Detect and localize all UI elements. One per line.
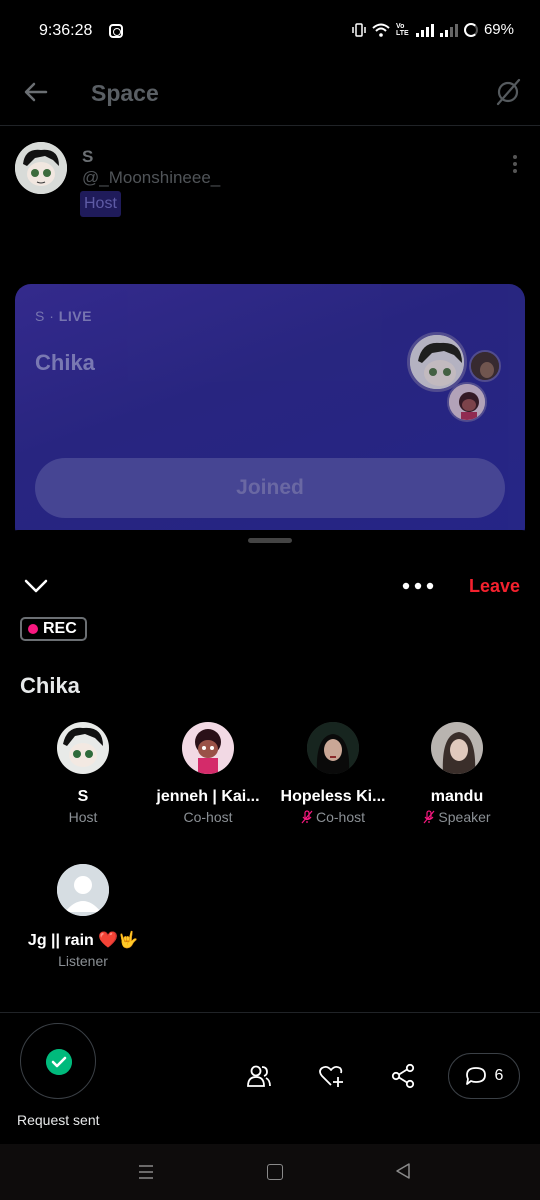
participant-name: mandu	[430, 788, 484, 805]
host-avatar[interactable]	[15, 142, 67, 194]
comments-button[interactable]: 6	[448, 1053, 520, 1099]
vibrate-icon	[352, 22, 366, 37]
participant-avatar	[57, 722, 109, 774]
comment-icon	[465, 1067, 486, 1085]
live-label: LIVE	[58, 308, 92, 324]
host-badge: Host	[80, 191, 121, 217]
participant-item[interactable]: S Host	[18, 722, 148, 825]
rec-dot-icon	[28, 624, 38, 634]
participant-item[interactable]: Hopeless Ki... Co-host	[268, 722, 398, 825]
participant-avatar	[307, 722, 359, 774]
participant-role: Host	[18, 809, 148, 825]
card-avatar-2	[469, 350, 501, 382]
system-nav-bar	[0, 1144, 540, 1200]
role-label: Host	[68, 809, 98, 825]
leave-button[interactable]: Leave	[469, 576, 520, 597]
sheet-drag-handle[interactable]	[248, 538, 292, 543]
participant-item[interactable]: mandu Speaker	[392, 722, 522, 825]
wifi-icon	[372, 23, 390, 37]
mic-off-icon	[301, 810, 313, 824]
people-icon[interactable]	[246, 1063, 272, 1089]
participant-name: Jg || rain ❤️🤟	[27, 932, 139, 949]
participant-name: S	[77, 788, 89, 805]
card-avatar-3	[447, 382, 487, 422]
card-meta: S · LIVE	[35, 308, 92, 324]
chevron-down-icon[interactable]	[22, 576, 50, 596]
role-label: Co-host	[183, 809, 233, 825]
signal-icon-2	[439, 23, 458, 37]
space-sheet: Leave REC Chika S Host jenneh | Kai... C…	[0, 530, 540, 1014]
participant-name: Hopeless Ki...	[280, 788, 386, 805]
home-icon[interactable]	[267, 1164, 283, 1180]
request-button[interactable]	[20, 1023, 96, 1099]
more-vert-icon[interactable]	[512, 154, 518, 174]
space-card[interactable]: S · LIVE Chika Joined	[15, 284, 525, 544]
comments-count: 6	[494, 1067, 504, 1084]
joined-button[interactable]: Joined	[35, 458, 505, 518]
card-title: Chika	[35, 350, 95, 375]
instagram-notification-icon	[109, 24, 123, 38]
recent-apps-icon[interactable]	[138, 1164, 154, 1180]
participant-role: Co-host	[143, 809, 273, 825]
card-avatars	[407, 332, 501, 428]
back-icon[interactable]	[22, 78, 50, 106]
status-icons: Vo LTE 69%	[352, 21, 514, 38]
status-time: 9:36:28	[39, 22, 93, 39]
request-label: Request sent	[17, 1112, 100, 1128]
participant-item[interactable]: Jg || rain ❤️🤟 Listener	[18, 864, 148, 969]
participant-name: jenneh | Kai...	[156, 788, 260, 805]
more-horiz-icon[interactable]	[402, 582, 434, 590]
participant-item[interactable]: jenneh | Kai... Co-host	[143, 722, 273, 825]
battery-icon	[463, 22, 478, 37]
card-host-initial: S	[35, 308, 45, 324]
participant-avatar	[182, 722, 234, 774]
spaces-off-icon[interactable]	[494, 78, 522, 106]
nav-back-icon[interactable]	[394, 1162, 412, 1180]
role-label: Co-host	[315, 809, 366, 825]
rec-badge: REC	[20, 617, 87, 641]
heart-plus-icon[interactable]	[318, 1063, 344, 1089]
action-bar: Request sent 6	[0, 1012, 540, 1144]
battery-percent: 69%	[483, 21, 514, 38]
rec-label: REC	[43, 620, 77, 637]
role-label: Listener	[58, 953, 108, 969]
volte-label: Vo LTE	[395, 22, 409, 37]
host-name: S	[82, 147, 94, 166]
status-bar: 9:36:28 Vo LTE 69%	[0, 0, 540, 62]
check-icon	[46, 1049, 72, 1075]
participant-avatar	[431, 722, 483, 774]
sheet-title: Chika	[20, 673, 80, 698]
participant-role: Listener	[18, 953, 148, 969]
participant-avatar	[57, 864, 109, 916]
signal-icon-1	[415, 23, 434, 37]
role-label: Speaker	[438, 809, 491, 825]
page-title: Space	[91, 80, 159, 106]
mic-off-icon	[423, 810, 435, 824]
host-row: S @_Moonshineee_ Host	[0, 140, 540, 230]
share-icon[interactable]	[390, 1063, 416, 1089]
host-handle: @_Moonshineee_	[82, 168, 221, 187]
participant-role: Speaker	[392, 809, 522, 825]
participant-role: Co-host	[268, 809, 398, 825]
top-bar: Space	[0, 62, 540, 126]
